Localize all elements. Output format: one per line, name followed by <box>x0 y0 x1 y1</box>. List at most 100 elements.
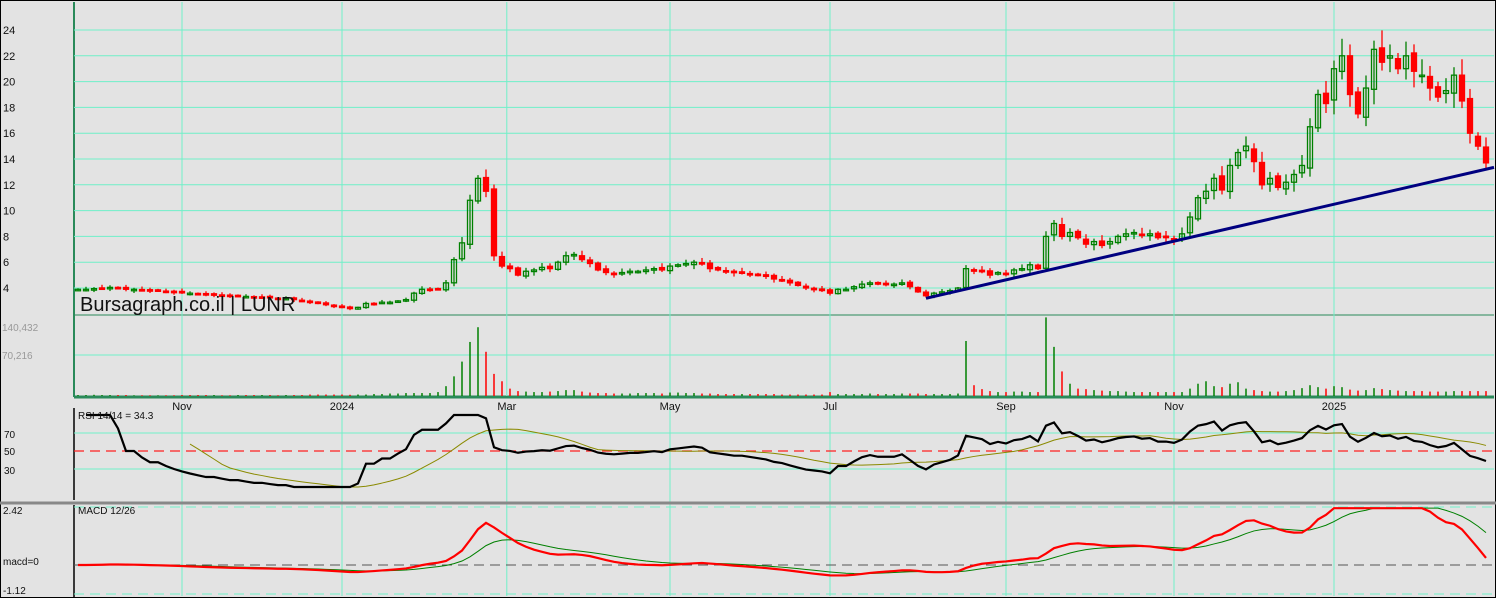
candle-down <box>322 302 330 306</box>
candle-down <box>802 285 810 289</box>
candle-down <box>698 261 706 265</box>
candle-down <box>1426 75 1434 89</box>
candle-down <box>1098 240 1106 247</box>
chart-title: Bursagraph.co.il | LUNR <box>80 294 295 316</box>
candle-down <box>578 255 586 261</box>
price-tick-label: 16 <box>3 128 15 140</box>
candle-down <box>1474 135 1482 147</box>
candle-down <box>706 262 714 270</box>
date-tick-label: May <box>660 401 681 413</box>
date-tick-label: 2025 <box>1322 401 1346 413</box>
candle-down <box>482 176 490 192</box>
candle-down <box>786 279 794 284</box>
candle-down <box>874 281 882 285</box>
candle-down <box>434 287 442 291</box>
candle-down <box>1074 230 1082 239</box>
candle-down <box>490 188 498 257</box>
price-tick-label: 8 <box>3 231 9 243</box>
candle-down <box>330 304 338 308</box>
rsi-label: RSI 14/14 = 34.3 <box>78 411 154 422</box>
candle-down <box>1482 146 1490 164</box>
price-tick-label: 20 <box>3 77 15 89</box>
candle-down <box>658 266 666 271</box>
candle-down <box>754 273 762 277</box>
candle-down <box>746 272 754 276</box>
candle-down <box>514 267 522 276</box>
candle-down <box>170 290 178 294</box>
date-tick-label: Nov <box>172 401 192 413</box>
candle-down <box>114 286 122 290</box>
candle-down <box>546 265 554 270</box>
candle-down <box>154 289 162 292</box>
candle-down <box>1354 91 1362 115</box>
price-tick-label: 18 <box>3 102 15 114</box>
candle-down <box>138 288 146 292</box>
candle-down <box>346 306 354 310</box>
price-tick-label: 10 <box>3 206 15 218</box>
candle-down <box>794 281 802 287</box>
candle-down <box>1058 224 1066 238</box>
rsi-tick-30: 30 <box>4 466 16 477</box>
candle-down <box>826 289 834 294</box>
candle-down <box>98 287 106 291</box>
candle-down <box>314 301 322 305</box>
candle-down <box>1082 238 1090 245</box>
candle-down <box>306 300 314 304</box>
candle-down <box>722 269 730 273</box>
candle-down <box>506 265 514 270</box>
candle-down <box>1154 232 1162 239</box>
price-tick-label: 4 <box>3 283 9 295</box>
candle-down <box>426 288 434 292</box>
candle-down <box>970 269 978 272</box>
candle-down <box>1466 97 1474 134</box>
price-tick-label: 22 <box>3 51 15 63</box>
candle-down <box>178 290 186 294</box>
rsi-tick-70: 70 <box>4 430 16 441</box>
candle-down <box>978 269 986 273</box>
candle-down <box>1346 55 1354 96</box>
candle-down <box>498 255 506 267</box>
candle-down <box>1162 235 1170 239</box>
candle-down <box>338 305 346 309</box>
candle-down <box>586 259 594 265</box>
price-tick-label: 24 <box>3 25 15 37</box>
price-tick-label: 12 <box>3 180 15 192</box>
candle-down <box>906 281 914 288</box>
candle-down <box>810 287 818 291</box>
candle-down <box>146 289 154 292</box>
candle-down <box>922 291 930 297</box>
date-tick-label: Mar <box>497 401 516 413</box>
candle-down <box>914 286 922 293</box>
candle-down <box>1410 52 1418 72</box>
price-tick-label: 6 <box>3 257 9 269</box>
candle-down <box>882 282 890 286</box>
candle-down <box>778 278 786 282</box>
rsi-tick-50: 50 <box>4 447 16 458</box>
candle-down <box>730 270 738 274</box>
date-tick-label: 2024 <box>330 401 354 413</box>
candle-down <box>1434 86 1442 98</box>
candle-down <box>370 302 378 306</box>
candle-down <box>602 268 610 274</box>
date-tick-label: Jul <box>823 401 837 413</box>
candle-down <box>1322 92 1330 105</box>
candle-down <box>298 299 306 303</box>
price-tick-label: 14 <box>3 154 15 166</box>
candle-down <box>162 290 170 294</box>
candle-down <box>770 274 778 280</box>
candle-down <box>818 288 826 292</box>
candle-down <box>714 266 722 271</box>
candle-down <box>1034 264 1042 270</box>
stock-chart: 4 6 8 10 12 14 16 18 20 22 24 Nov 2024 Mar May Jul Sep No… <box>0 0 1496 598</box>
macd-label: MACD 12/26 <box>78 506 136 517</box>
candle-down <box>738 271 746 274</box>
candle-down <box>122 286 130 290</box>
candle-down <box>1250 148 1258 163</box>
volume-tick-mid: 70,216 <box>2 351 33 362</box>
candle-down <box>1274 175 1282 189</box>
macd-tick-max: 2.42 <box>3 506 23 517</box>
candle-down <box>1002 272 1010 276</box>
macd-tick-zero: macd=0 <box>3 557 39 568</box>
candle-down <box>1394 57 1402 70</box>
candle-down <box>610 272 618 276</box>
